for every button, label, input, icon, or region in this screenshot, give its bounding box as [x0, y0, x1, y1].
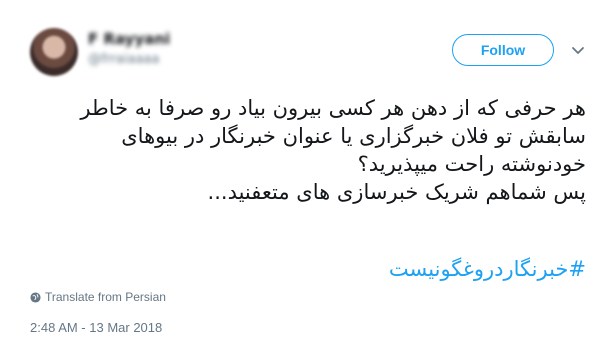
- avatar[interactable]: [30, 28, 78, 76]
- translate-link[interactable]: Translate from Persian: [30, 290, 166, 304]
- translate-label[interactable]: Translate from Persian: [45, 290, 166, 304]
- chevron-down-icon[interactable]: [570, 42, 586, 58]
- display-name[interactable]: F Rayyani: [88, 30, 170, 48]
- tweet-line: هر حرفی که از دهن هر کسی بیرون بیاد رو ص…: [80, 96, 586, 120]
- tweet-line: پس شماهم شریک خبرسازی های متعفنید...: [207, 180, 586, 204]
- follow-button[interactable]: Follow: [452, 34, 554, 66]
- tweet-line: سابقش تو فلان خبرگزاری یا عنوان خبرنگار …: [121, 124, 586, 148]
- tweet-line: خودنوشته راحت میپذیرید؟: [357, 152, 586, 176]
- user-handle[interactable]: @frraiaaaa: [88, 52, 170, 67]
- tweet-text: هر حرفی که از دهن هر کسی بیرون بیاد رو ص…: [11, 94, 586, 206]
- hashtag-link[interactable]: #خبرنگاردروغگونیست: [389, 255, 586, 283]
- user-names[interactable]: F Rayyani @frraiaaaa: [88, 30, 170, 67]
- globe-icon: [30, 291, 41, 303]
- tweet-timestamp[interactable]: 2:48 AM - 13 Mar 2018: [30, 320, 162, 335]
